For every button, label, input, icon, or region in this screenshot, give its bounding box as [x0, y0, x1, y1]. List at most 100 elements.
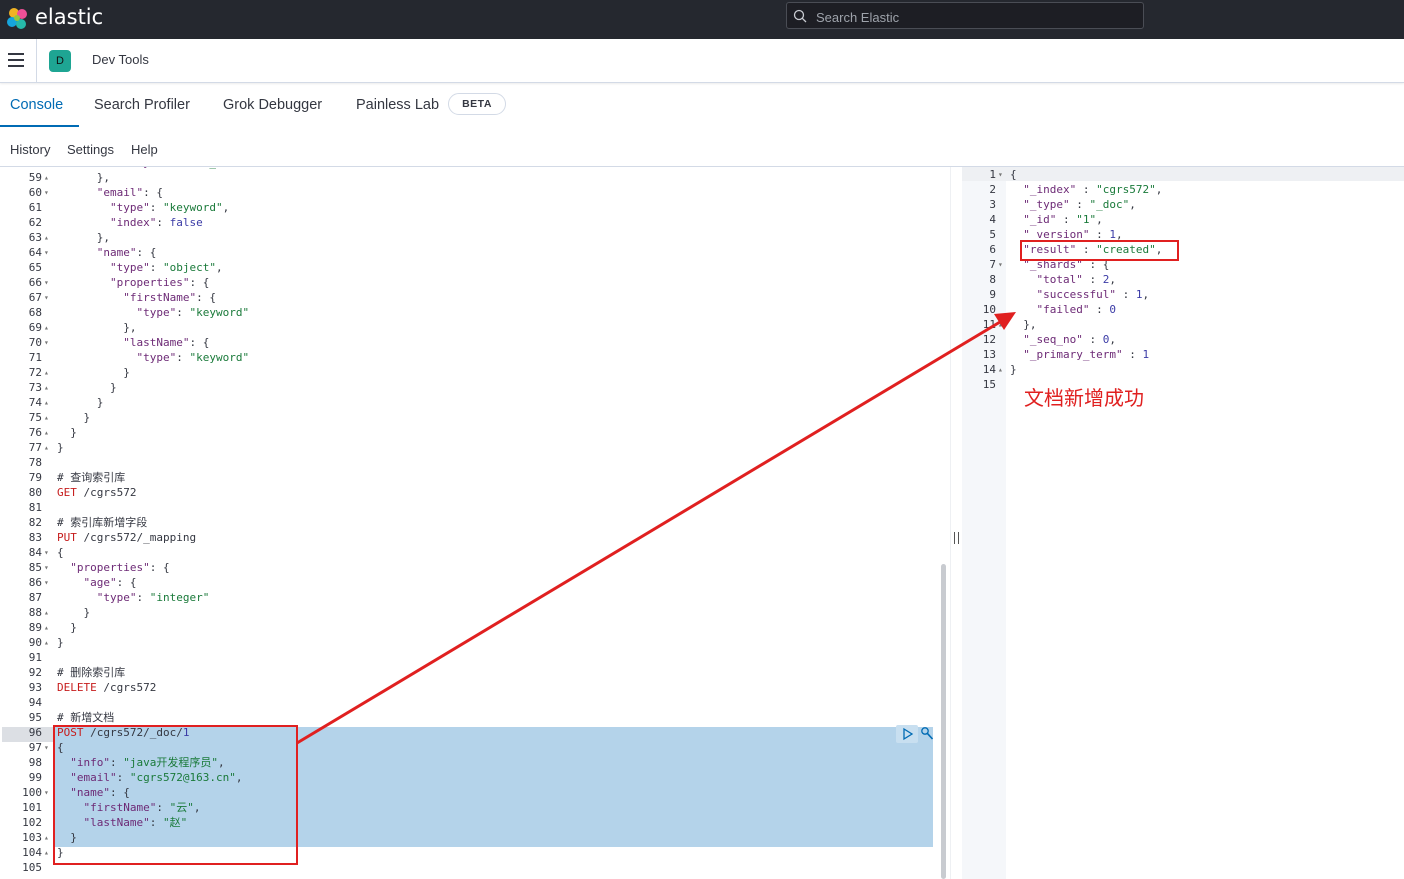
fold-toggle-icon[interactable]: ▴ [44, 410, 49, 425]
fold-toggle-icon[interactable]: ▾ [44, 560, 49, 575]
fold-toggle-icon[interactable]: ▴ [44, 425, 49, 440]
editor-line[interactable]: 84 ▾ { [0, 545, 940, 560]
menu-history[interactable]: History [10, 142, 50, 157]
menu-help[interactable]: Help [131, 142, 158, 157]
code-text: "email": "cgrs572@163.cn", [70, 771, 243, 784]
editor-line[interactable]: 102 "lastName": "赵" [0, 815, 940, 830]
request-editor[interactable]: 58 "analyzer": "ik_smart"59▴ },60▾ "emai… [0, 167, 950, 879]
menu-toggle-icon[interactable] [8, 53, 24, 67]
editor-line[interactable]: 78 [0, 455, 940, 470]
fold-toggle-icon[interactable]: ▴ [44, 830, 49, 845]
editor-line[interactable]: 61 "type": "keyword", [0, 200, 940, 215]
editor-line[interactable]: 64 ▾ "name": { [0, 245, 940, 260]
fold-toggle-icon[interactable]: ▾ [44, 740, 49, 755]
fold-toggle-icon[interactable]: ▾ [44, 575, 49, 590]
editor-line[interactable]: 99 "email": "cgrs572@163.cn", [0, 770, 940, 785]
editor-line[interactable]: 69 ▴ }, [0, 320, 940, 335]
editor-line[interactable]: 72 ▴ } [0, 365, 940, 380]
fold-toggle-icon[interactable]: ▾ [44, 290, 49, 305]
editor-line[interactable]: 98 "info": "java开发程序员", [0, 755, 940, 770]
menu-settings[interactable]: Settings [67, 142, 114, 157]
fold-toggle-icon[interactable]: ▾ [44, 545, 49, 560]
breadcrumb-bar: D Dev Tools [0, 39, 1404, 83]
editor-line[interactable]: 79 # 查询索引库 [0, 470, 940, 485]
editor-line[interactable]: 89 ▴ } [0, 620, 940, 635]
editor-line[interactable]: 91 [0, 650, 940, 665]
fold-toggle-icon[interactable]: ▴ [44, 170, 49, 185]
line-number: 11 [982, 318, 996, 331]
editor-scrollbar[interactable] [941, 564, 946, 879]
editor-line[interactable]: 76 ▴ } [0, 425, 940, 440]
editor-line[interactable]: 88 ▴ } [0, 605, 940, 620]
editor-line[interactable]: 87 "type": "integer" [0, 590, 940, 605]
resize-grip-icon[interactable] [954, 532, 959, 544]
fold-toggle-icon[interactable]: ▾ [44, 245, 49, 260]
fold-toggle-icon[interactable]: ▾ [44, 785, 49, 800]
fold-toggle-icon[interactable]: ▴ [44, 620, 49, 635]
fold-toggle-icon[interactable]: ▴ [44, 440, 49, 455]
editor-line[interactable]: 85 ▾ "properties": { [0, 560, 940, 575]
editor-line[interactable]: 59 ▴ }, [0, 170, 940, 185]
editor-line[interactable]: 67 ▾ "firstName": { [0, 290, 940, 305]
search-input[interactable] [814, 6, 1138, 28]
editor-line[interactable]: 94 [0, 695, 940, 710]
editor-line[interactable]: 83 PUT /cgrs572/_mapping [0, 530, 940, 545]
fold-toggle-icon[interactable]: ▾ [44, 185, 49, 200]
fold-toggle-icon[interactable]: ▾ [998, 257, 1003, 272]
line-number: 61 [28, 201, 42, 214]
send-request-button[interactable] [896, 725, 918, 743]
editor-line[interactable]: 100 ▾ "name": { [0, 785, 940, 800]
code-text: # 新增文档 [57, 711, 115, 724]
editor-line[interactable]: 81 [0, 500, 940, 515]
editor-line[interactable]: 70 ▾ "lastName": { [0, 335, 940, 350]
editor-line[interactable]: 62 "index": false [0, 215, 940, 230]
editor-line[interactable]: 97 ▾ { [0, 740, 940, 755]
fold-toggle-icon[interactable]: ▴ [44, 605, 49, 620]
editor-line[interactable]: 82 # 索引库新增字段 [0, 515, 940, 530]
fold-toggle-icon[interactable]: ▴ [44, 320, 49, 335]
fold-toggle-icon[interactable]: ▴ [44, 635, 49, 650]
fold-toggle-icon[interactable]: ▾ [44, 275, 49, 290]
editor-line[interactable]: 104 ▴} [0, 845, 940, 860]
tab-search-profiler[interactable]: Search Profiler [94, 97, 190, 113]
editor-line[interactable]: 103 ▴ } [0, 830, 940, 845]
wrench-icon[interactable] [920, 726, 934, 742]
editor-line[interactable]: 96 POST /cgrs572/_doc/1 [0, 725, 940, 740]
elastic-logo-icon[interactable] [5, 6, 31, 32]
editor-line[interactable]: 105 [0, 860, 940, 875]
editor-line[interactable]: 80 GET /cgrs572 [0, 485, 940, 500]
fold-toggle-icon[interactable]: ▴ [44, 395, 49, 410]
line-number: 99 [28, 771, 42, 784]
editor-line[interactable]: 74 ▴ } [0, 395, 940, 410]
fold-toggle-icon[interactable]: ▴ [44, 380, 49, 395]
fold-toggle-icon[interactable]: ▴ [44, 365, 49, 380]
editor-line[interactable]: 63 ▴ }, [0, 230, 940, 245]
global-search[interactable] [786, 2, 1144, 29]
editor-line[interactable]: 71 "type": "keyword" [0, 350, 940, 365]
editor-line[interactable]: 95 # 新增文档 [0, 710, 940, 725]
fold-toggle-icon[interactable]: ▴ [44, 230, 49, 245]
editor-line[interactable]: 101 "firstName": "云", [0, 800, 940, 815]
tab-console[interactable]: Console [10, 97, 63, 113]
fold-toggle-icon[interactable]: ▴ [998, 362, 1003, 377]
editor-line[interactable]: 86 ▾ "age": { [0, 575, 940, 590]
editor-line[interactable]: 65 "type": "object", [0, 260, 940, 275]
line-number: 86 [28, 576, 42, 589]
fold-toggle-icon[interactable]: ▾ [44, 335, 49, 350]
editor-line[interactable]: 73 ▴ } [0, 380, 940, 395]
fold-toggle-icon[interactable]: ▾ [998, 167, 1003, 182]
editor-line[interactable]: 68 "type": "keyword" [0, 305, 940, 320]
fold-toggle-icon[interactable]: ▴ [998, 317, 1003, 332]
editor-line[interactable]: 77 ▴} [0, 440, 940, 455]
code-text: "type": "keyword", [109, 201, 230, 214]
fold-toggle-icon[interactable]: ▴ [44, 845, 49, 860]
editor-line[interactable]: 93 DELETE /cgrs572 [0, 680, 940, 695]
editor-line[interactable]: 92 # 删除索引库 [0, 665, 940, 680]
editor-line[interactable]: 90 ▴} [0, 635, 940, 650]
space-avatar[interactable]: D [49, 50, 71, 72]
editor-line[interactable]: 66 ▾ "properties": { [0, 275, 940, 290]
tab-grok-debugger[interactable]: Grok Debugger [223, 97, 322, 113]
editor-line[interactable]: 60 ▾ "email": { [0, 185, 940, 200]
tab-painless-lab[interactable]: Painless Lab [356, 97, 439, 113]
editor-line[interactable]: 75 ▴ } [0, 410, 940, 425]
